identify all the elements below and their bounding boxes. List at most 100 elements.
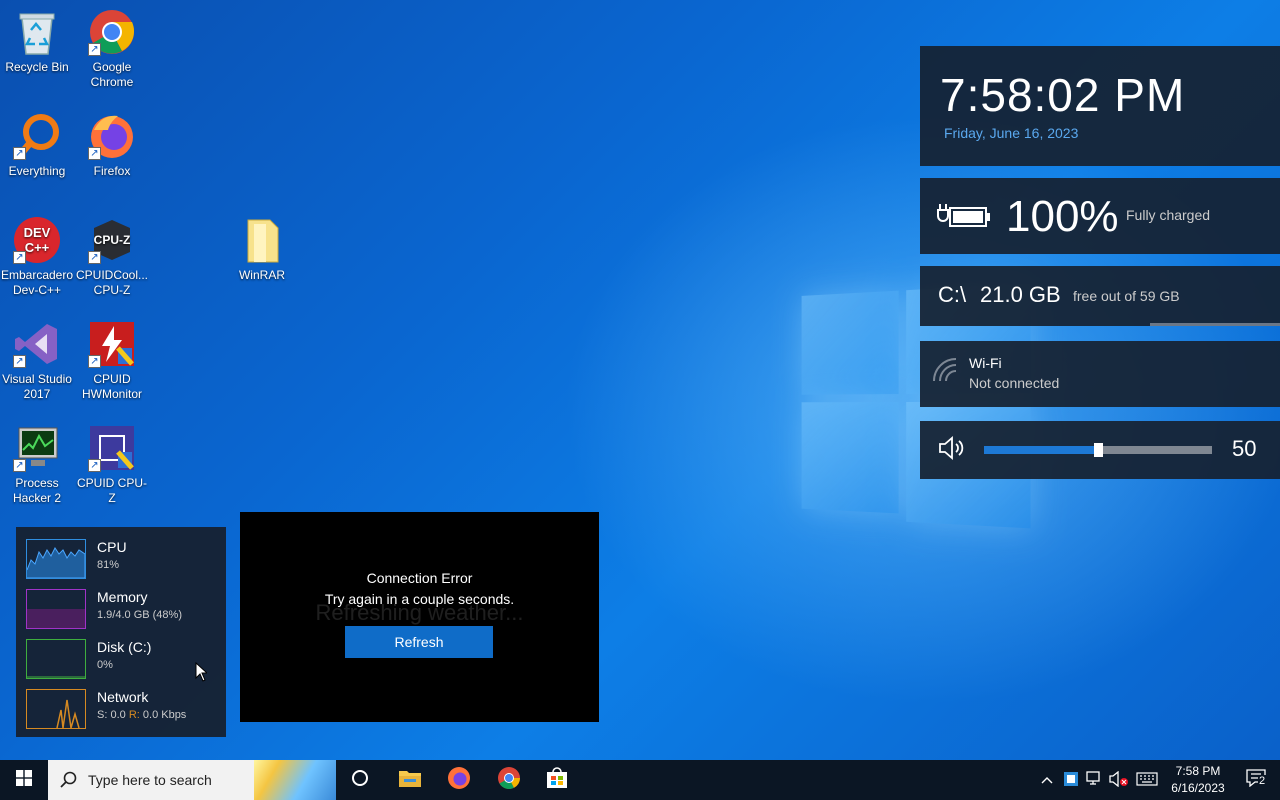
desktop-icon-label: Visual Studio 2017 — [2, 372, 72, 401]
desktop-icon-recycle-bin[interactable]: Recycle Bin — [0, 8, 74, 75]
desktop-icon-google-chrome[interactable]: ↗ Google Chrome — [75, 8, 149, 90]
desktop-icon-cpuid-cooler[interactable]: CPU-Z ↗ CPUIDCool... CPU-Z — [75, 216, 149, 298]
desktop-icon-visual-studio[interactable]: ↗ Visual Studio 2017 — [0, 320, 74, 402]
taskbar-store[interactable] — [533, 760, 581, 800]
action-center-button[interactable]: 2 — [1236, 760, 1276, 800]
network-value: S: 0.0 R: 0.0 Kbps — [97, 709, 186, 721]
desktop-icon-label: CPUID CPU-Z — [76, 476, 147, 505]
network-send-value: 0.0 — [110, 709, 126, 721]
desktop-icon-label: WinRAR — [238, 268, 285, 282]
desktop-icon-label: CPUID HWMonitor — [81, 372, 142, 401]
touch-keyboard-button[interactable] — [1134, 760, 1160, 800]
cortana-icon — [351, 769, 369, 792]
tray-app-button[interactable] — [1060, 760, 1082, 800]
svg-text:C++: C++ — [25, 240, 50, 255]
store-icon — [545, 766, 569, 794]
wifi-widget[interactable]: Wi-Fi Not connected — [920, 341, 1280, 407]
desktop-icon-label: Recycle Bin — [5, 60, 69, 74]
taskbar: Type here to search 7:58 PM 6/16/2023 2 — [0, 760, 1280, 800]
tray-app-icon — [1064, 771, 1078, 789]
volume-muted-icon — [1109, 770, 1129, 790]
visual-studio-icon: ↗ — [13, 320, 61, 368]
everything-search-icon: ↗ — [13, 112, 61, 160]
desktop-icon-cpu-z[interactable]: ↗ CPUID CPU-Z — [75, 424, 149, 506]
battery-percent: 100% — [1006, 192, 1119, 241]
taskbar-search-box[interactable]: Type here to search — [48, 760, 336, 800]
desktop-icon-winrar[interactable]: WinRAR — [225, 216, 299, 283]
keyboard-icon — [1136, 771, 1158, 789]
battery-plug-icon — [936, 202, 992, 235]
folder-icon — [238, 216, 286, 264]
desktop-icon-label: Process Hacker 2 — [12, 476, 62, 505]
chrome-icon — [497, 766, 521, 795]
network-tray-button[interactable] — [1084, 760, 1106, 800]
volume-widget: 50 — [920, 421, 1280, 479]
desktop-icon-firefox[interactable]: ↗ Firefox — [75, 112, 149, 179]
battery-status: Fully charged — [1126, 207, 1211, 223]
monitor-value: 1.9/4.0 GB (48%) — [97, 609, 182, 621]
recycle-bin-icon — [13, 8, 61, 56]
firefox-icon — [447, 766, 471, 795]
monitor-row-network: Network S: 0.0 R: 0.0 Kbps — [26, 685, 222, 731]
taskbar-date: 6/16/2023 — [1171, 781, 1225, 795]
desktop-icon-dev-cpp[interactable]: DEV C++ ↗ Embarcadero Dev-C++ — [0, 216, 74, 298]
notification-icon: 2 — [1246, 768, 1267, 792]
disk-free-space: 21.0 GB — [980, 282, 1061, 307]
volume-tray-button[interactable] — [1108, 760, 1130, 800]
taskbar-firefox[interactable] — [435, 760, 483, 800]
weather-refresh-button[interactable]: Refresh — [345, 626, 493, 658]
network-send-label: S: — [97, 709, 108, 721]
start-button[interactable] — [0, 760, 48, 800]
desktop-icon-label: Embarcadero Dev-C++ — [0, 268, 74, 297]
monitor-title: Disk (C:) — [97, 639, 152, 655]
chevron-up-icon — [1041, 773, 1053, 787]
wifi-icon — [932, 357, 958, 388]
desktop-icon-label: Google Chrome — [90, 60, 134, 89]
taskbar-file-explorer[interactable] — [386, 760, 434, 800]
network-receive-label: R: — [128, 709, 140, 721]
show-hidden-icons-button[interactable] — [1036, 760, 1058, 800]
weather-error-detail: Try again in a couple seconds. — [324, 591, 515, 607]
monitor-row-cpu: CPU 81% — [26, 535, 222, 581]
search-highlight-image — [254, 760, 336, 800]
monitor-title: Memory — [97, 589, 148, 605]
network-graph — [26, 689, 86, 729]
cpu-chip-icon: ↗ — [88, 424, 136, 472]
svg-text:DEV: DEV — [24, 225, 51, 240]
search-icon — [60, 771, 78, 794]
dev-cpp-icon: DEV C++ ↗ — [13, 216, 61, 264]
chrome-icon: ↗ — [88, 8, 136, 56]
wifi-name: Wi-Fi — [969, 355, 1002, 371]
taskbar-time: 7:58 PM — [1175, 764, 1221, 778]
volume-value: 50 — [1232, 436, 1257, 461]
notification-count: 2 — [1258, 774, 1267, 787]
disk-graph — [26, 639, 86, 679]
speaker-icon[interactable] — [938, 436, 966, 465]
cpu-z-icon: CPU-Z ↗ — [88, 216, 136, 264]
weather-widget: Refreshing weather... Connection Error T… — [240, 512, 599, 722]
weather-error-title: Connection Error — [366, 570, 473, 586]
search-placeholder: Type here to search — [88, 772, 212, 788]
svg-text:CPU-Z: CPU-Z — [94, 233, 131, 247]
disk-widget: C:\ 21.0 GB free out of 59 GB — [920, 266, 1280, 326]
monitor-row-memory: Memory 1.9/4.0 GB (48%) — [26, 585, 222, 631]
wifi-status: Not connected — [969, 375, 1060, 391]
network-receive-value: 0.0 Kbps — [142, 709, 187, 721]
clock-widget: 7:58:02 PM Friday, June 16, 2023 — [920, 46, 1280, 166]
desktop-icon-hwmonitor[interactable]: ↗ CPUID HWMonitor — [75, 320, 149, 402]
firefox-icon: ↗ — [88, 112, 136, 160]
desktop-icon-process-hacker[interactable]: ↗ Process Hacker 2 — [0, 424, 74, 506]
network-disconnected-icon — [1086, 770, 1104, 790]
windows-start-icon — [16, 769, 32, 791]
system-monitor-widget: CPU 81% Memory 1.9/4.0 GB (48%) Disk (C:… — [16, 527, 226, 737]
taskbar-chrome[interactable] — [485, 760, 533, 800]
taskbar-clock[interactable]: 7:58 PM 6/16/2023 — [1162, 763, 1234, 797]
monitor-title: CPU — [97, 539, 127, 555]
disk-usage-bar — [1150, 323, 1280, 326]
volume-slider-thumb[interactable] — [1094, 443, 1103, 457]
desktop-icon-label: Everything — [8, 164, 66, 178]
desktop-icon-everything[interactable]: ↗ Everything — [0, 112, 74, 179]
cortana-button[interactable] — [336, 760, 384, 800]
monitor-row-disk: Disk (C:) 0% — [26, 635, 222, 681]
volume-slider[interactable] — [984, 443, 1212, 457]
